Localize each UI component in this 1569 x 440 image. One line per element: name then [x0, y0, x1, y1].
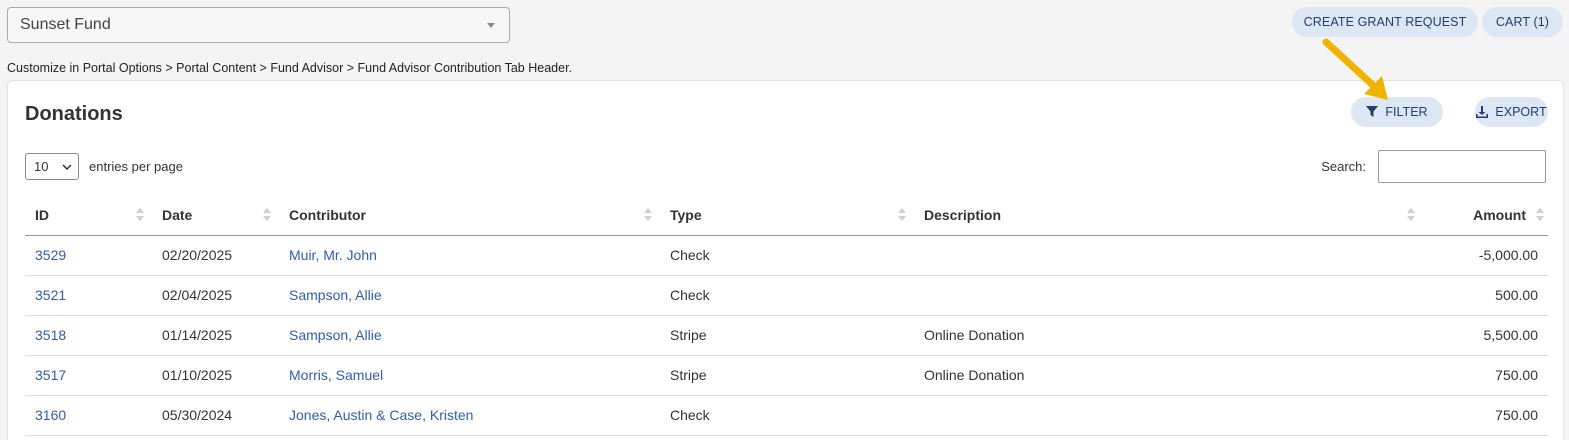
chevron-down-icon	[62, 163, 72, 170]
table-row: 3518 01/14/2025 Sampson, Allie Stripe On…	[25, 315, 1548, 356]
annotation-arrow-icon	[1322, 38, 1388, 100]
create-grant-request-button[interactable]: CREATE GRANT REQUEST	[1292, 7, 1478, 37]
column-header-amount[interactable]: Amount	[1423, 195, 1548, 236]
export-label: EXPORT	[1495, 105, 1547, 119]
donation-date: 02/04/2025	[152, 275, 279, 316]
donation-description	[914, 395, 1423, 436]
sort-icon	[1536, 208, 1544, 222]
donation-type: Stripe	[660, 355, 914, 396]
entries-control: 10 entries per page	[25, 153, 183, 180]
fund-select[interactable]: Sunset Fund	[7, 7, 510, 43]
contributor-link[interactable]: Muir, Mr. John	[279, 235, 660, 276]
filter-label: FILTER	[1385, 105, 1428, 119]
column-header-description[interactable]: Description	[914, 195, 1423, 236]
donation-id-link[interactable]: 3160	[25, 395, 152, 436]
donation-amount: 750.00	[1423, 355, 1548, 396]
entries-value: 10	[34, 159, 49, 174]
contributor-link[interactable]: Sampson, Allie	[279, 315, 660, 356]
column-header-id[interactable]: ID	[25, 195, 152, 236]
column-header-contributor[interactable]: Contributor	[279, 195, 660, 236]
donations-table: ID Date Contributor Type Description Amo…	[25, 195, 1548, 436]
donation-date: 01/14/2025	[152, 315, 279, 356]
contributor-link[interactable]: Jones, Austin & Case, Kristen	[279, 395, 660, 436]
donation-description	[914, 275, 1423, 316]
donation-id-link[interactable]: 3518	[25, 315, 152, 356]
cart-button[interactable]: CART (1)	[1482, 7, 1563, 37]
filter-icon	[1366, 106, 1379, 117]
donations-card: Donations FILTER EXPORT 10 entries per p…	[7, 80, 1564, 440]
donation-amount: 750.00	[1423, 395, 1548, 436]
fund-select-value: Sunset Fund	[20, 16, 111, 33]
page-title: Donations	[25, 103, 123, 125]
donation-amount: -5,000.00	[1423, 235, 1548, 276]
column-header-type[interactable]: Type	[660, 195, 914, 236]
sort-icon	[263, 208, 271, 222]
table-row: 3160 05/30/2024 Jones, Austin & Case, Kr…	[25, 395, 1548, 436]
donation-id-link[interactable]: 3521	[25, 275, 152, 316]
table-header-row: ID Date Contributor Type Description Amo…	[25, 195, 1548, 236]
download-icon	[1476, 106, 1489, 118]
entries-per-page-select[interactable]: 10	[25, 153, 79, 180]
sort-icon	[644, 208, 652, 222]
sort-icon	[136, 208, 144, 222]
donation-type: Check	[660, 235, 914, 276]
table-row: 3529 02/20/2025 Muir, Mr. John Check -5,…	[25, 235, 1548, 276]
donation-description: Online Donation	[914, 355, 1423, 396]
donation-type: Check	[660, 275, 914, 316]
chevron-down-icon	[487, 22, 495, 28]
donation-amount: 500.00	[1423, 275, 1548, 316]
donation-date: 05/30/2024	[152, 395, 279, 436]
donation-description: Online Donation	[914, 315, 1423, 356]
sort-icon	[898, 208, 906, 222]
donation-id-link[interactable]: 3529	[25, 235, 152, 276]
donation-description	[914, 235, 1423, 276]
search-label: Search:	[1321, 159, 1366, 174]
donation-type: Check	[660, 395, 914, 436]
donation-date: 02/20/2025	[152, 235, 279, 276]
donation-date: 01/10/2025	[152, 355, 279, 396]
entries-label: entries per page	[89, 159, 183, 174]
search-input[interactable]	[1378, 150, 1546, 183]
export-button[interactable]: EXPORT	[1475, 97, 1548, 127]
page: Sunset Fund CREATE GRANT REQUEST CART (1…	[0, 0, 1569, 440]
donation-id-link[interactable]: 3517	[25, 355, 152, 396]
table-row: 3521 02/04/2025 Sampson, Allie Check 500…	[25, 275, 1548, 316]
contributor-link[interactable]: Sampson, Allie	[279, 275, 660, 316]
column-header-date[interactable]: Date	[152, 195, 279, 236]
sort-icon	[1407, 208, 1415, 222]
portal-options-hint: Customize in Portal Options > Portal Con…	[7, 61, 573, 75]
search-control: Search:	[1321, 150, 1546, 183]
donation-type: Stripe	[660, 315, 914, 356]
donation-amount: 5,500.00	[1423, 315, 1548, 356]
table-row: 3517 01/10/2025 Morris, Samuel Stripe On…	[25, 355, 1548, 396]
contributor-link[interactable]: Morris, Samuel	[279, 355, 660, 396]
